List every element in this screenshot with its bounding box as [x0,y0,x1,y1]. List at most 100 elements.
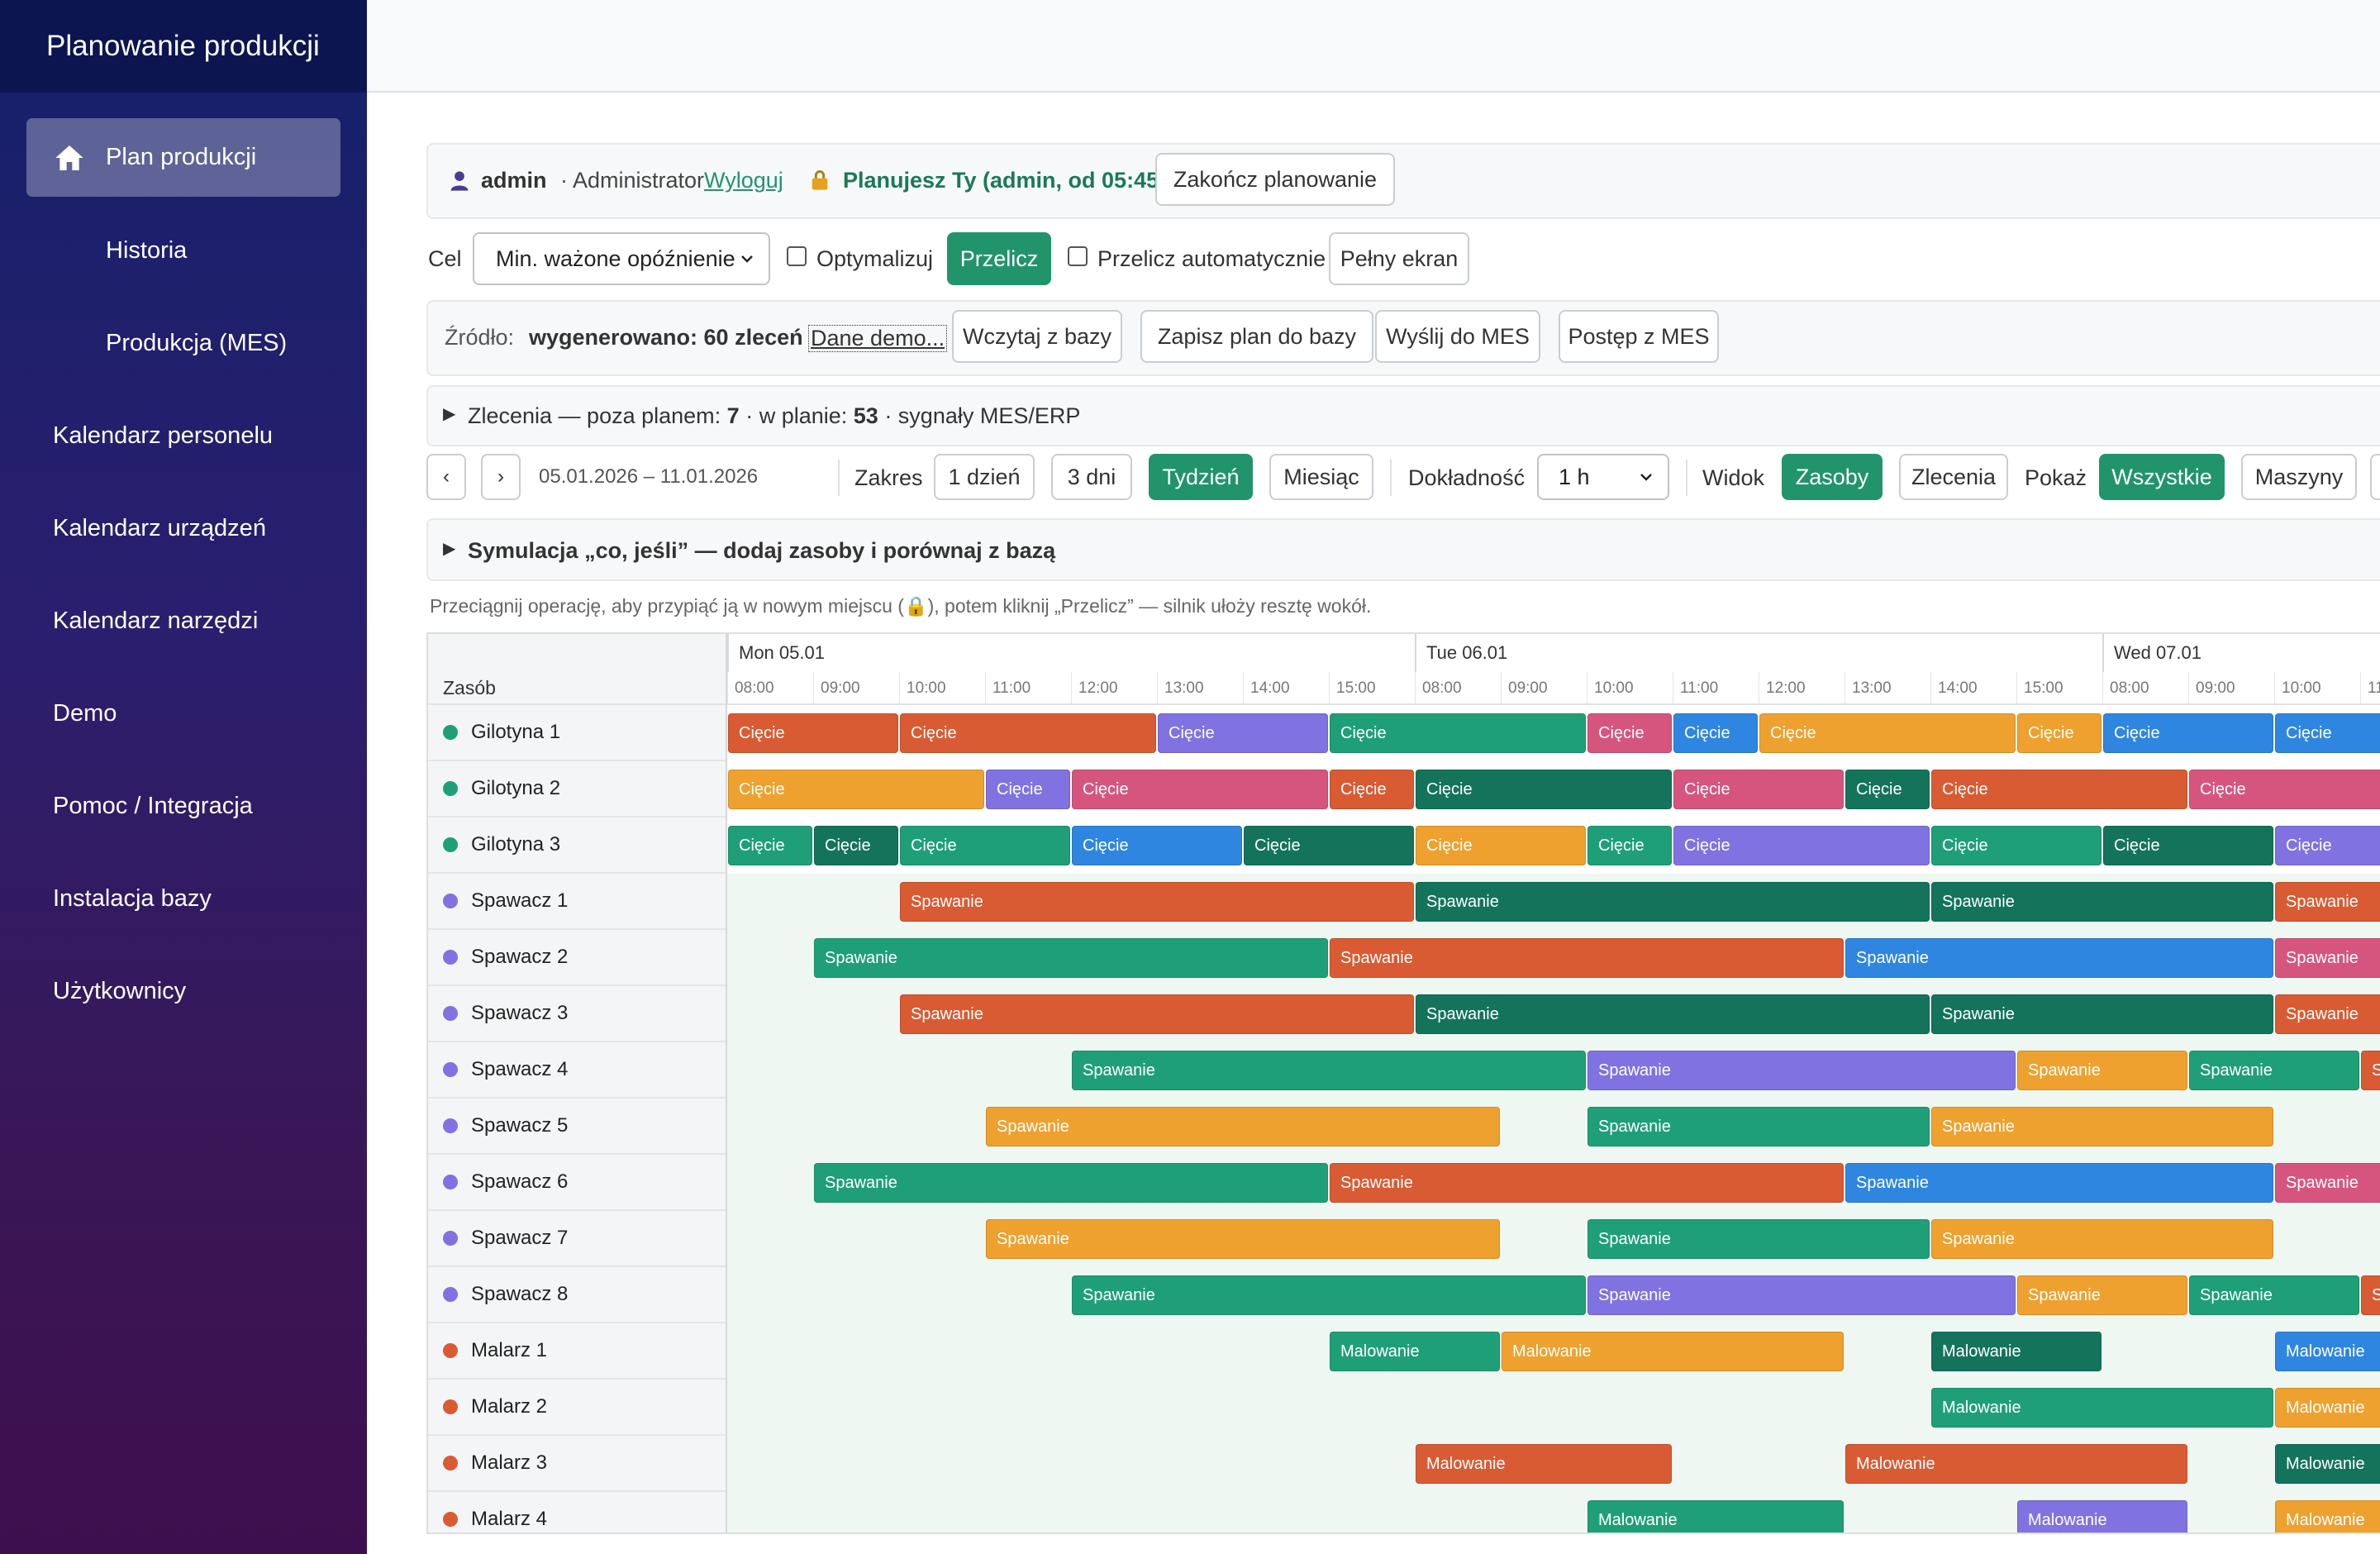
operation-bar[interactable]: Cięcie [1587,826,1672,865]
range-month-button[interactable]: Miesiąc [1269,454,1373,500]
operation-bar[interactable]: Cięcie [2103,826,2273,865]
orders-summary[interactable]: ▶ Zlecenia — poza planem: 7 · w planie: … [426,385,2380,446]
operation-bar[interactable]: Cięcie [814,826,898,865]
operation-bar[interactable]: Spawanie [2275,994,2380,1034]
show-machines-button[interactable]: Maszyny [2241,454,2357,500]
operation-bar[interactable]: Cięcie [1072,770,1328,809]
operation-bar[interactable]: Malowanie [2275,1500,2380,1533]
operation-bar[interactable]: Spawanie [1931,1219,2273,1259]
sidebar-item-kalendarz-narzedzi[interactable]: Kalendarz narzędzi [26,582,367,660]
operation-bar[interactable]: Cięcie [1158,713,1328,753]
auto-recalc-checkbox[interactable] [1068,246,1088,266]
operation-bar[interactable]: Spawanie [1845,1163,2273,1203]
show-more-button[interactable] [2370,454,2380,500]
operation-bar[interactable]: Malowanie [1845,1444,2187,1484]
operation-bar[interactable]: Spawanie [1845,938,2273,978]
operation-bar[interactable]: Cięcie [1587,713,1672,753]
simulation-summary[interactable]: ▶ Symulacja „co, jeśli” — dodaj zasoby i… [426,518,2380,581]
operation-bar[interactable]: Spawanie [1072,1275,1586,1315]
operation-bar[interactable]: Sp [2361,1275,2380,1315]
operation-bar[interactable]: Spawanie [1416,994,1930,1034]
operation-bar[interactable]: Cięcie [2017,713,2102,753]
operation-bar[interactable]: Cięcie [1330,770,1414,809]
send-to-mes-button[interactable]: Wyślij do MES [1375,310,1540,363]
operation-bar[interactable]: Spawanie [2189,1051,2359,1090]
operation-bar[interactable]: Malowanie [1587,1500,1844,1533]
operation-bar[interactable]: Cięcie [1673,826,1930,865]
recalculate-button[interactable]: Przelicz [947,232,1051,285]
operation-bar[interactable]: Spawanie [2275,882,2380,922]
operation-bar[interactable]: Cięcie [900,713,1156,753]
operation-bar[interactable]: Spawanie [2017,1275,2187,1315]
view-resources-button[interactable]: Zasoby [1782,454,1883,500]
operation-bar[interactable]: Malowanie [1330,1332,1500,1371]
operation-bar[interactable]: Spawanie [2275,938,2380,978]
operation-bar[interactable]: Spawanie [1330,1163,1844,1203]
operation-bar[interactable]: Cięcie [1673,713,1758,753]
precision-select[interactable]: 1 h [1537,454,1669,500]
optimize-checkbox[interactable] [787,246,807,266]
prev-range-button[interactable]: ‹ [426,454,466,500]
operation-bar[interactable]: Spawanie [900,994,1414,1034]
operation-bar[interactable]: Cięcie [900,826,1070,865]
next-range-button[interactable]: › [481,454,521,500]
operation-bar[interactable]: Cięcie [1759,713,2016,753]
operation-bar[interactable]: Spawanie [1330,938,1844,978]
operation-bar[interactable]: Spawanie [814,1163,1328,1203]
progress-from-mes-button[interactable]: Postęp z MES [1559,310,1719,363]
sidebar-item-historia[interactable]: Historia [26,212,420,290]
sidebar-item-uzytkownicy[interactable]: Użytkownicy [26,952,367,1031]
operation-bar[interactable]: Cięcie [728,826,812,865]
operation-bar[interactable]: Spawanie [1931,1107,2273,1146]
operation-bar[interactable]: Malowanie [2275,1444,2380,1484]
operation-bar[interactable]: Cięcie [986,770,1070,809]
sidebar-item-kalendarz-urzadzen[interactable]: Kalendarz urządzeń [26,489,367,568]
operation-bar[interactable]: Cięcie [1244,826,1414,865]
operation-bar[interactable]: Spawanie [1416,882,1930,922]
operation-bar[interactable]: Cięcie [1931,770,2187,809]
range-3-days-button[interactable]: 3 dni [1051,454,1132,500]
operation-bar[interactable]: Malowanie [1931,1332,2102,1371]
operation-bar[interactable]: Spawanie [2017,1051,2187,1090]
operation-bar[interactable]: Cięcie [2103,713,2273,753]
operation-bar[interactable]: Spawanie [900,882,1414,922]
operation-bar[interactable]: Malowanie [1931,1388,2273,1428]
operation-bar[interactable]: Malowanie [2017,1500,2187,1533]
operation-bar[interactable]: Cięcie [2275,713,2380,753]
range-1-day-button[interactable]: 1 dzień [934,454,1035,500]
sidebar-item-demo[interactable]: Demo [26,675,367,753]
operation-bar[interactable]: Cięcie [2189,770,2380,809]
fullscreen-button[interactable]: Pełny ekran [1329,232,1469,285]
view-orders-button[interactable]: Zlecenia [1899,454,2008,500]
operation-bar[interactable]: Spawanie [1587,1219,1930,1259]
demo-data-link[interactable]: Dane demo... [808,325,948,352]
operation-bar[interactable]: Cięcie [1416,770,1672,809]
sidebar-item-instalacja-bazy[interactable]: Instalacja bazy [26,860,367,938]
end-planning-button[interactable]: Zakończ planowanie [1155,153,1395,206]
operation-bar[interactable]: Spawanie [1931,994,2273,1034]
operation-bar[interactable]: Spawanie [986,1219,1500,1259]
operation-bar[interactable]: Spawanie [986,1107,1500,1146]
operation-bar[interactable]: Cięcie [1673,770,1844,809]
goal-select[interactable]: Min. ważone opóźnienie [473,232,770,285]
operation-bar[interactable]: Spawanie [2275,1163,2380,1203]
operation-bar[interactable]: Spawanie [1587,1275,2016,1315]
operation-bar[interactable]: Spawanie [814,938,1328,978]
operation-bar[interactable]: Cięcie [728,713,898,753]
operation-bar[interactable]: Spawanie [2189,1275,2359,1315]
sidebar-item-pomoc-integracja[interactable]: Pomoc / Integracja [26,767,367,846]
save-plan-to-db-button[interactable]: Zapisz plan do bazy [1140,310,1373,363]
operation-bar[interactable]: Malowanie [2275,1388,2380,1428]
operation-bar[interactable]: Malowanie [2275,1332,2380,1371]
operation-bar[interactable]: Spawanie [1587,1051,2016,1090]
operation-bar[interactable]: Cięcie [1931,826,2102,865]
sidebar-item-produkcja-mes[interactable]: Produkcja (MES) [26,304,420,383]
operation-bar[interactable]: Cięcie [728,770,984,809]
sidebar-item-kalendarz-personelu[interactable]: Kalendarz personelu [26,397,367,475]
operation-bar[interactable]: Spawanie [1931,882,2273,922]
range-week-button[interactable]: Tydzień [1149,454,1253,500]
operation-bar[interactable]: Cięcie [1845,770,1930,809]
operation-bar[interactable]: Cięcie [1072,826,1242,865]
operation-bar[interactable]: Spawanie [1587,1107,1930,1146]
operation-bar[interactable]: Malowanie [1416,1444,1672,1484]
